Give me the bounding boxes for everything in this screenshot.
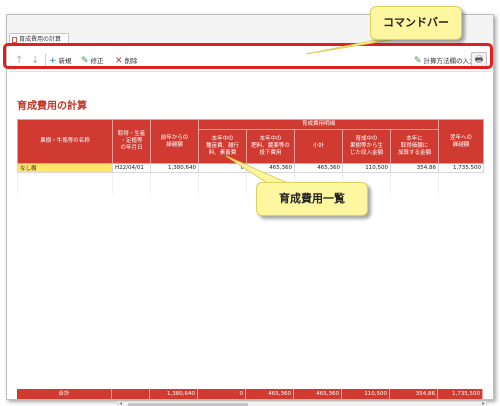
screenshot-stage: 育成費用の計算 ↑ ↓ + 新規 ✎ 修正 ✕ 削除 ✎ 計算方法欄の入力 🖶 …: [0, 0, 500, 406]
callout-tails: [225, 37, 403, 187]
cost-list-callout: 育成費用一覧: [256, 182, 368, 216]
command-bar-callout: コマンドバー: [370, 6, 462, 40]
